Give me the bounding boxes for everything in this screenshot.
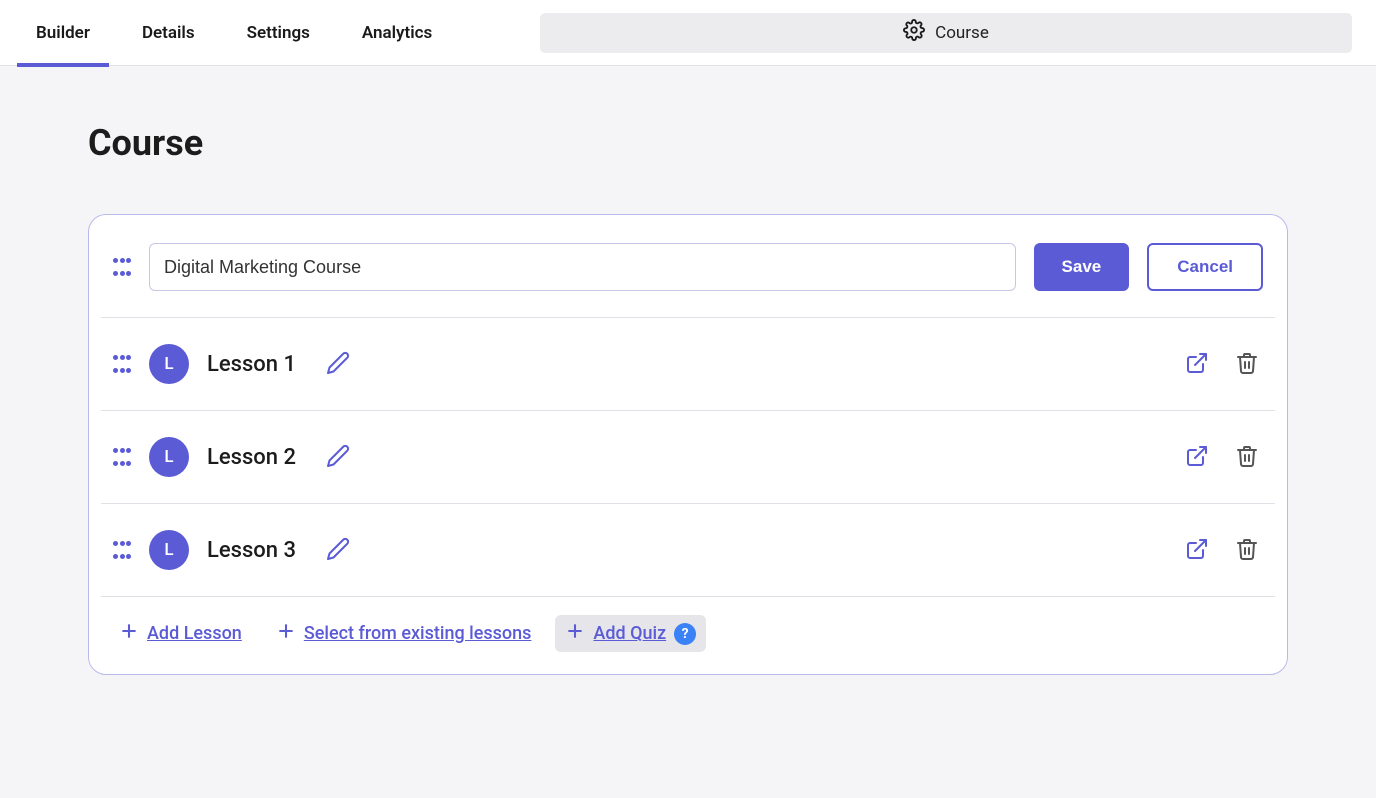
lesson-title: Lesson 2 (207, 445, 296, 470)
tab-details[interactable]: Details (116, 0, 221, 65)
lesson-row: L Lesson 1 (101, 318, 1275, 411)
trash-icon (1235, 444, 1259, 471)
lesson-avatar: L (149, 344, 189, 384)
edit-lesson-button[interactable] (322, 533, 354, 568)
add-lesson-label: Add Lesson (147, 623, 242, 644)
plus-icon (276, 621, 296, 646)
lesson-row: L Lesson 2 (101, 411, 1275, 504)
pencil-icon (326, 444, 350, 471)
add-lesson-link[interactable]: Add Lesson (109, 615, 252, 652)
plus-icon (565, 621, 585, 646)
tab-label: Analytics (362, 23, 432, 43)
delete-lesson-button[interactable] (1231, 533, 1263, 568)
edit-lesson-button[interactable] (322, 440, 354, 475)
course-title-row: Save Cancel (101, 243, 1275, 307)
external-link-icon (1185, 351, 1209, 378)
course-dropdown-label: Course (935, 23, 989, 43)
plus-icon (119, 621, 139, 646)
save-button[interactable]: Save (1034, 243, 1130, 291)
page-title: Course (88, 122, 1288, 164)
open-lesson-button[interactable] (1181, 347, 1213, 382)
help-icon[interactable]: ? (674, 623, 696, 645)
open-lesson-button[interactable] (1181, 440, 1213, 475)
footer-actions: Add Lesson Select from existing lessons … (101, 597, 1275, 658)
add-quiz-link[interactable]: Add Quiz ? (555, 615, 706, 652)
course-dropdown[interactable]: Course (540, 13, 1352, 53)
tab-settings[interactable]: Settings (221, 0, 336, 65)
drag-handle-icon[interactable] (113, 448, 131, 466)
top-nav: Builder Details Settings Analytics Cours… (0, 0, 1376, 66)
lesson-title: Lesson 3 (207, 538, 296, 563)
trash-icon (1235, 351, 1259, 378)
pencil-icon (326, 351, 350, 378)
drag-handle-icon[interactable] (113, 541, 131, 559)
delete-lesson-button[interactable] (1231, 440, 1263, 475)
tab-label: Details (142, 23, 195, 43)
drag-handle-icon[interactable] (113, 258, 131, 276)
delete-lesson-button[interactable] (1231, 347, 1263, 382)
tab-label: Settings (247, 23, 310, 43)
gear-icon (903, 19, 925, 46)
lesson-avatar: L (149, 437, 189, 477)
course-card: Save Cancel L Lesson 1 L Lesson 2 (88, 214, 1288, 675)
pencil-icon (326, 537, 350, 564)
select-existing-lessons-link[interactable]: Select from existing lessons (266, 615, 542, 652)
drag-handle-icon[interactable] (113, 355, 131, 373)
cancel-button[interactable]: Cancel (1147, 243, 1263, 291)
lesson-row: L Lesson 3 (101, 504, 1275, 597)
lesson-avatar: L (149, 530, 189, 570)
main-content: Course Save Cancel L Lesson 1 (68, 122, 1308, 735)
tab-label: Builder (36, 23, 90, 43)
tab-builder[interactable]: Builder (10, 0, 116, 65)
tab-analytics[interactable]: Analytics (336, 0, 458, 65)
select-existing-label: Select from existing lessons (304, 623, 532, 644)
edit-lesson-button[interactable] (322, 347, 354, 382)
add-quiz-label: Add Quiz (593, 623, 666, 644)
main-tabs: Builder Details Settings Analytics (10, 0, 458, 65)
external-link-icon (1185, 537, 1209, 564)
trash-icon (1235, 537, 1259, 564)
course-title-input[interactable] (149, 243, 1016, 291)
external-link-icon (1185, 444, 1209, 471)
lesson-title: Lesson 1 (207, 352, 296, 377)
open-lesson-button[interactable] (1181, 533, 1213, 568)
